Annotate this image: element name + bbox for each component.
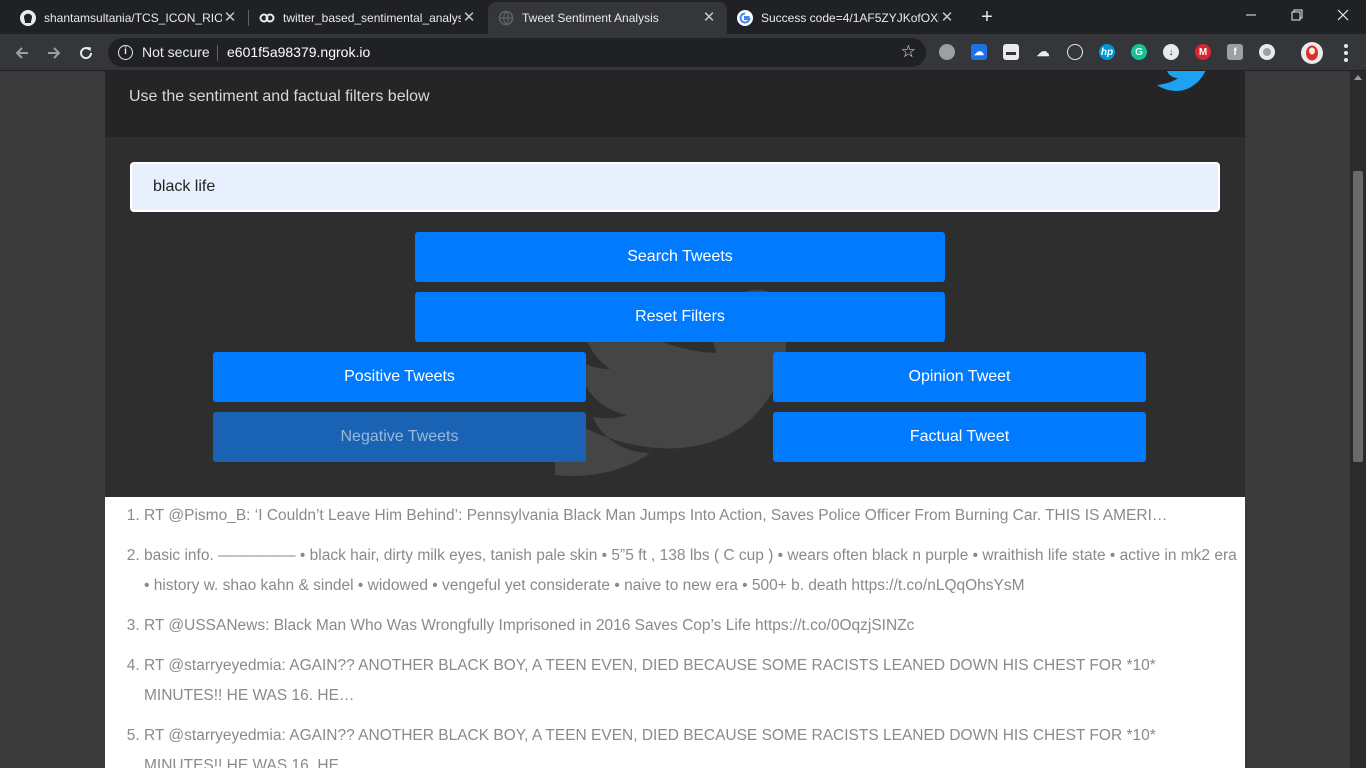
tab-title: Success code=4/1AF5ZYJKofOXk [761,11,939,25]
reset-filters-button[interactable]: Reset Filters [415,292,945,342]
chrome-menu-button[interactable] [1336,42,1356,64]
scroll-thumb[interactable] [1353,171,1363,462]
cloud-ext-icon[interactable]: ☁ [971,44,987,60]
search-tweets-button[interactable]: Search Tweets [415,232,945,282]
page-viewport: Use the sentiment and factual filters be… [0,71,1350,768]
record-ext-icon[interactable] [1259,44,1275,60]
page-subtitle: Use the sentiment and factual filters be… [129,88,430,105]
close-icon[interactable]: ✕ [222,10,238,26]
forward-button[interactable] [40,39,68,67]
colab-icon [259,10,275,26]
negative-tweets-button[interactable]: Negative Tweets [213,412,586,462]
restore-button[interactable] [1274,0,1320,30]
positive-tweets-button[interactable]: Positive Tweets [213,352,586,402]
list-item: RT @Pismo_B: ‘I Couldn’t Leave Him Behin… [144,501,1237,531]
close-icon[interactable]: ✕ [939,10,955,26]
url-text[interactable]: e601f5a98379.ngrok.io [227,44,370,60]
bookmark-star-icon[interactable]: ☆ [901,42,916,62]
omnibox-divider [217,45,218,61]
github-icon [20,10,36,26]
reload-button[interactable] [72,39,100,67]
grammarly-ext-icon[interactable]: G [1131,44,1147,60]
page-scrollbar[interactable] [1350,71,1366,768]
tab-strip: shantamsultania/TCS_ICON_RIO- ✕ twitter_… [0,0,1366,34]
upload-ext-icon[interactable]: ☁ [1035,44,1051,60]
list-item: RT @USSANews: Black Man Who Was Wrongful… [144,611,1237,641]
list-item: RT @starryeyedmia: AGAIN?? ANOTHER BLACK… [144,721,1237,768]
download-ext-icon[interactable] [1067,44,1083,60]
tab-colab[interactable]: twitter_based_sentimental_analys ✕ [249,2,487,34]
feedly-ext-icon[interactable]: f [1227,44,1243,60]
security-label[interactable]: Not secure [142,44,210,60]
tab-title: twitter_based_sentimental_analys [283,11,461,25]
shield-ext-icon[interactable] [939,44,955,60]
minimize-icon [1246,14,1256,16]
hp-ext-icon[interactable]: hp [1099,44,1115,60]
browser-toolbar: i Not secure e601f5a98379.ngrok.io ☆ ☁ ▬… [0,34,1366,71]
window-close-button[interactable] [1320,0,1366,30]
tweet-results: RT @Pismo_B: ‘I Couldn’t Leave Him Behin… [105,497,1245,768]
address-bar[interactable]: i Not secure e601f5a98379.ngrok.io ☆ [108,38,926,67]
tab-github[interactable]: shantamsultania/TCS_ICON_RIO- ✕ [10,2,248,34]
twitter-bird-icon [1157,71,1206,91]
card-header: Use the sentiment and factual filters be… [105,71,1245,137]
factual-tweet-button[interactable]: Factual Tweet [773,412,1146,462]
spy-ext-icon[interactable]: ▬ [1003,44,1019,60]
google-icon [737,10,753,26]
scroll-up-icon[interactable] [1354,75,1362,80]
filter-card: Use the sentiment and factual filters be… [105,71,1245,497]
avatar[interactable] [1301,42,1323,64]
globe-icon [498,10,514,26]
tweet-list: RT @Pismo_B: ‘I Couldn’t Leave Him Behin… [144,501,1237,768]
tab-title: Tweet Sentiment Analysis [522,11,659,25]
reload-icon [80,47,93,60]
opinion-tweet-button[interactable]: Opinion Tweet [773,352,1146,402]
minimize-button[interactable] [1228,0,1274,30]
record-dot [1263,48,1271,56]
avatar-icon [1306,45,1318,61]
tab-title: shantamsultania/TCS_ICON_RIO- [44,11,222,25]
search-input[interactable] [130,162,1220,212]
restore-icon [1291,9,1303,21]
back-button[interactable] [8,39,36,67]
info-icon[interactable]: i [118,45,133,60]
close-icon [1337,9,1349,21]
close-icon[interactable]: ✕ [701,10,717,26]
tab-google[interactable]: Success code=4/1AF5ZYJKofOXk ✕ [727,2,965,34]
mega-ext-icon[interactable]: M [1195,44,1211,60]
list-item: RT @starryeyedmia: AGAIN?? ANOTHER BLACK… [144,651,1237,711]
tab-tweet-sentiment[interactable]: Tweet Sentiment Analysis ✕ [488,2,727,34]
list-item: basic info. ————— • black hair, dirty mi… [144,541,1237,601]
arrow-right-icon [48,47,61,59]
arrow-down-ext-icon[interactable]: ↓ [1163,44,1179,60]
arrow-left-icon [15,47,28,59]
new-tab-button[interactable]: + [976,6,998,28]
close-icon[interactable]: ✕ [461,10,477,26]
